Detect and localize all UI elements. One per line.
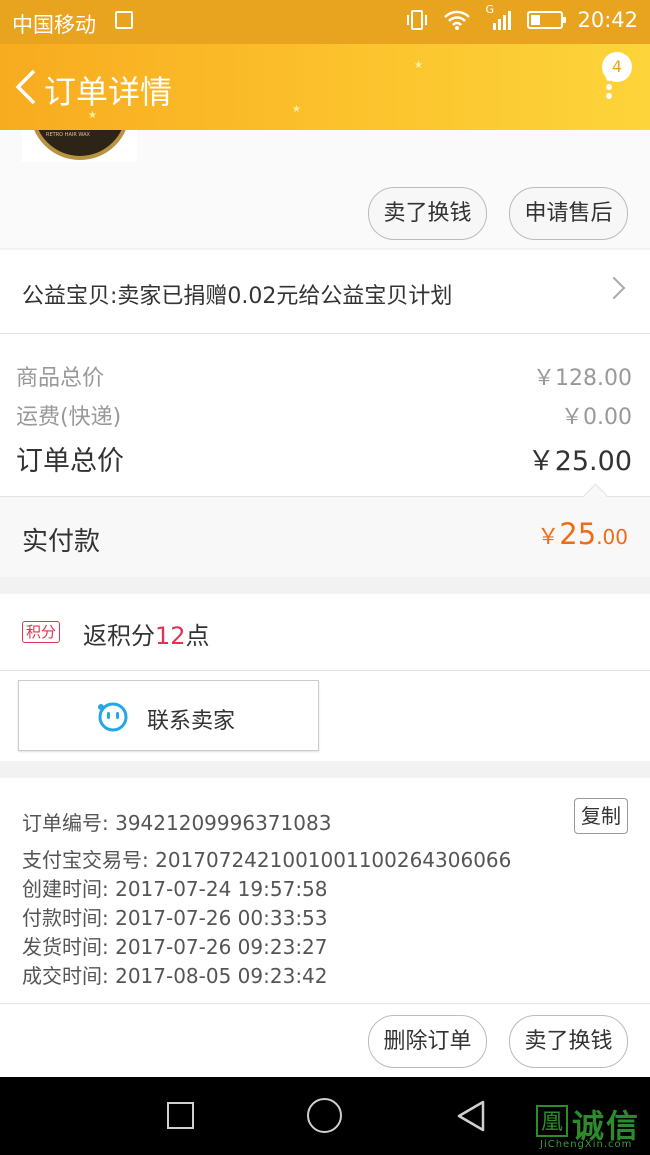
actual-payment-row: 实付款 ￥25.00	[0, 483, 650, 577]
recent-apps-icon[interactable]	[167, 1102, 194, 1129]
chevron-right-icon	[602, 276, 626, 300]
points-prefix: 返积分	[83, 622, 155, 650]
charity-text: 公益宝贝:卖家已捐赠0.02元给公益宝贝计划	[22, 284, 453, 309]
product-section: RETRO HAIR WAX 赠 卖了换钱 申请售后	[0, 130, 650, 248]
watermark-domain: JiChengXin.com	[540, 1139, 633, 1150]
payment-time: 付款时间: 2017-07-26 00:33:53	[22, 906, 328, 930]
price-summary: 商品总价 ￥128.00 运费(快递) ￥0.00 订单总价 ￥25.00	[0, 334, 650, 496]
back-arrow-icon[interactable]	[12, 68, 42, 106]
goods-total-label: 商品总价	[16, 366, 105, 391]
created-time: 创建时间: 2017-07-24 19:57:58	[22, 877, 328, 901]
system-nav-bar: 凰 诚信 JiChengXin.com	[0, 1077, 650, 1155]
order-total-value: ￥25.00	[527, 446, 632, 477]
apply-after-sale-button[interactable]: 申请售后	[509, 187, 628, 240]
app-header: 订单详情 ★ ★ ★ 4	[0, 44, 650, 130]
completed-time: 成交时间: 2017-08-05 09:23:42	[22, 964, 328, 988]
status-bar: 中国移动 G 20:42	[0, 0, 650, 44]
payment-integer: 25	[559, 517, 597, 551]
vibrate-icon	[407, 10, 428, 30]
wifi-icon	[444, 10, 471, 30]
shipping-time: 发货时间: 2017-07-26 09:23:27	[22, 935, 328, 959]
charity-row[interactable]: 公益宝贝:卖家已捐赠0.02元给公益宝贝计划	[0, 250, 650, 334]
wax-tin-image: RETRO HAIR WAX	[30, 130, 130, 160]
home-icon[interactable]	[307, 1098, 342, 1133]
goods-total-value: ￥128.00	[533, 366, 632, 391]
actual-payment-label: 实付款	[22, 527, 101, 557]
sell-for-cash-button-bottom[interactable]: 卖了换钱	[509, 1015, 628, 1068]
delete-order-button[interactable]: 删除订单	[368, 1015, 487, 1068]
clock: 20:42	[577, 8, 638, 32]
star-decoration: ★	[88, 110, 97, 121]
bottom-action-bar: 删除订单 卖了换钱	[0, 1003, 650, 1078]
copy-button[interactable]: 复制	[574, 798, 628, 834]
points-row: 积分 返积分12点	[0, 594, 650, 671]
alipay-transaction-number: 支付宝交易号: 2017072421001001100264306066	[22, 848, 512, 872]
battery-icon	[527, 11, 567, 29]
points-suffix: 点	[185, 622, 210, 650]
star-decoration: ★	[292, 104, 301, 115]
nav-back-icon[interactable]	[455, 1099, 487, 1133]
sell-for-cash-button[interactable]: 卖了换钱	[368, 187, 487, 240]
payment-decimal: .00	[596, 525, 628, 549]
star-decoration: ★	[414, 60, 423, 71]
image-notification-icon	[115, 11, 133, 29]
points-text: 返积分12点	[83, 616, 210, 651]
watermark-logo: 凰 诚信 JiChengXin.com	[536, 1087, 648, 1151]
order-info-section: 订单编号: 39421209996371083 复制 支付宝交易号: 20170…	[0, 778, 650, 1003]
product-thumbnail[interactable]: RETRO HAIR WAX 赠	[22, 130, 137, 162]
order-number: 订单编号: 39421209996371083	[22, 811, 332, 835]
payment-currency: ￥	[537, 525, 560, 550]
points-amount: 12	[155, 622, 186, 650]
contact-area: 联系卖家	[0, 671, 650, 761]
chat-face-icon	[98, 702, 128, 732]
watermark-seal: 凰	[536, 1105, 568, 1137]
carrier-name: 中国移动	[12, 13, 96, 37]
shipping-label: 运费(快递)	[16, 405, 122, 430]
actual-payment-amount: ￥25.00	[537, 517, 628, 551]
points-tag: 积分	[22, 621, 61, 643]
shipping-value: ￥0.00	[561, 405, 632, 430]
contact-seller-label: 联系卖家	[147, 709, 236, 734]
notification-badge: 4	[602, 52, 632, 82]
contact-seller-button[interactable]: 联系卖家	[18, 680, 319, 751]
wax-tin-label: RETRO HAIR WAX	[46, 132, 90, 138]
signal-icon: G	[485, 3, 513, 31]
page-title: 订单详情	[44, 73, 173, 111]
order-total-label: 订单总价	[16, 446, 124, 477]
